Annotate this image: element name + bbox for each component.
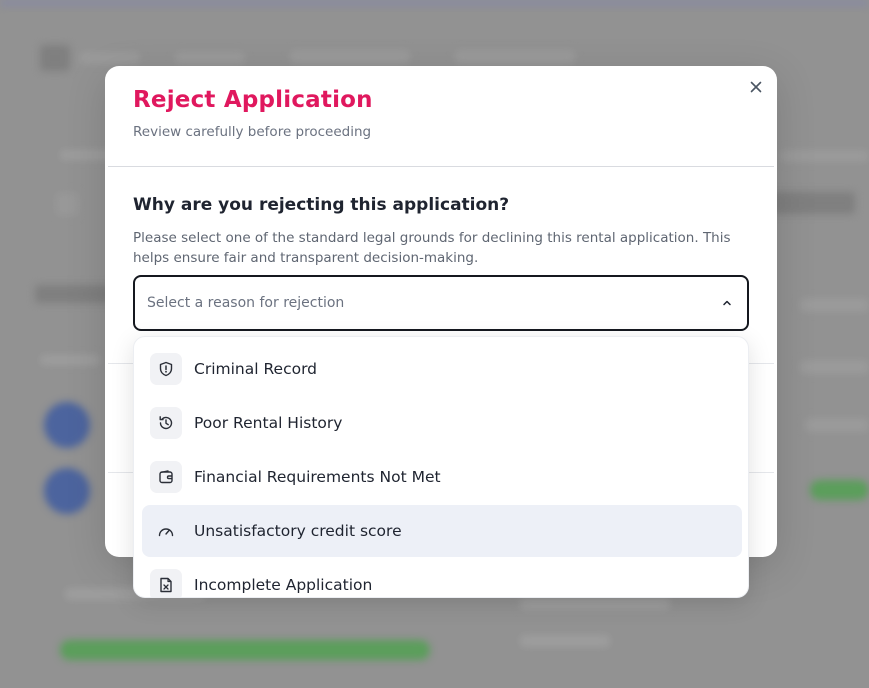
rejection-question: Why are you rejecting this application? (133, 195, 510, 215)
option-financial-requirements[interactable]: Financial Requirements Not Met (142, 451, 742, 503)
option-poor-rental-history[interactable]: Poor Rental History (142, 397, 742, 449)
gauge-icon (150, 515, 182, 547)
close-icon (750, 81, 762, 93)
dialog-title: Reject Application (133, 87, 373, 113)
option-criminal-record[interactable]: Criminal Record (142, 343, 742, 395)
option-label: Unsatisfactory credit score (194, 522, 402, 540)
option-label: Poor Rental History (194, 414, 343, 432)
option-label: Incomplete Application (194, 576, 373, 594)
shield-alert-icon (150, 353, 182, 385)
close-button[interactable] (747, 78, 765, 96)
option-incomplete-application[interactable]: Incomplete Application (142, 559, 742, 597)
option-label: Criminal Record (194, 360, 318, 378)
rejection-reason-menu: Criminal Record Poor Rental History Fina… (133, 336, 749, 598)
dialog-subtitle: Review carefully before proceeding (133, 124, 372, 140)
option-label: Financial Requirements Not Met (194, 468, 441, 486)
select-placeholder: Select a reason for rejection (147, 295, 345, 311)
rejection-reason-select[interactable]: Select a reason for rejection (133, 275, 749, 331)
header-divider (108, 166, 774, 167)
option-unsatisfactory-credit-score[interactable]: Unsatisfactory credit score (142, 505, 742, 557)
wallet-icon (150, 461, 182, 493)
chevron-up-icon (721, 297, 733, 309)
file-x-icon (150, 569, 182, 597)
rejection-help-text: Please select one of the standard legal … (133, 230, 731, 266)
history-icon (150, 407, 182, 439)
